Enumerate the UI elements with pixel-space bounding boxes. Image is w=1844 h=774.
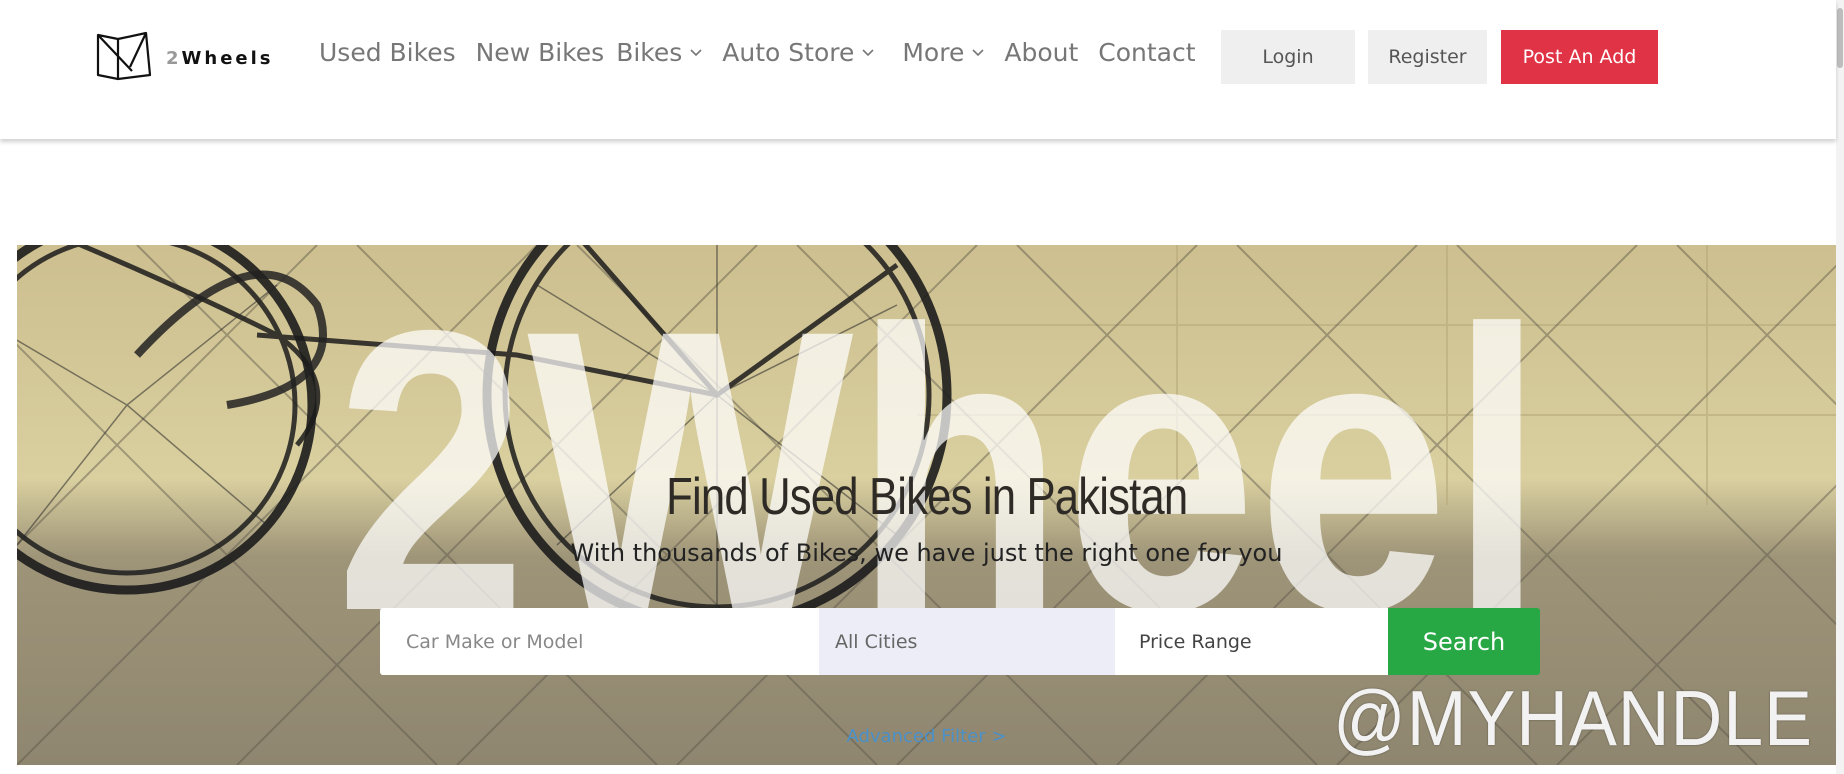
city-select[interactable]: All Cities xyxy=(819,608,1115,675)
nav-bikes[interactable]: Bikes xyxy=(616,38,702,67)
scrollbar-thumb[interactable] xyxy=(1837,8,1843,68)
nav-used-bikes[interactable]: Used Bikes xyxy=(319,38,456,67)
site-header: 2Wheels Used Bikes New Bikes Bikes Auto … xyxy=(0,0,1836,139)
price-range-select[interactable]: Price Range xyxy=(1115,608,1388,675)
nav-about[interactable]: About xyxy=(1004,38,1078,67)
handle-watermark: @MYHANDLE xyxy=(1333,674,1813,762)
site-logo[interactable]: 2Wheels xyxy=(96,31,274,81)
search-button[interactable]: Search xyxy=(1388,608,1540,675)
make-model-input[interactable] xyxy=(404,629,808,654)
main-nav: Used Bikes New Bikes Bikes Auto Store Mo… xyxy=(319,38,1216,67)
nav-contact[interactable]: Contact xyxy=(1098,38,1195,67)
register-button[interactable]: Register xyxy=(1368,30,1487,84)
chevron-down-icon xyxy=(690,48,702,56)
login-button[interactable]: Login xyxy=(1221,30,1355,84)
search-bar: All Cities Price Range Search xyxy=(380,608,1540,675)
nav-new-bikes[interactable]: New Bikes xyxy=(476,38,605,67)
nav-more[interactable]: More xyxy=(902,38,984,67)
city-select-value: All Cities xyxy=(835,630,918,653)
chevron-down-icon xyxy=(972,48,984,56)
make-model-field[interactable] xyxy=(380,608,819,675)
logo-text: 2Wheels xyxy=(166,47,274,69)
hero-title: Find Used Bikes in Pakistan xyxy=(666,468,1188,526)
post-ad-button[interactable]: Post An Add xyxy=(1501,30,1658,84)
2wheels-logo-icon xyxy=(96,31,152,81)
hero-banner: 2Wheel Find Used Bikes in Pakistan With … xyxy=(17,245,1836,765)
price-range-value: Price Range xyxy=(1139,630,1252,653)
chevron-down-icon xyxy=(862,48,874,56)
nav-auto-store[interactable]: Auto Store xyxy=(722,38,874,67)
page-scrollbar[interactable] xyxy=(1836,0,1844,774)
hero-subtitle: With thousands of Bikes, we have just th… xyxy=(570,539,1283,567)
